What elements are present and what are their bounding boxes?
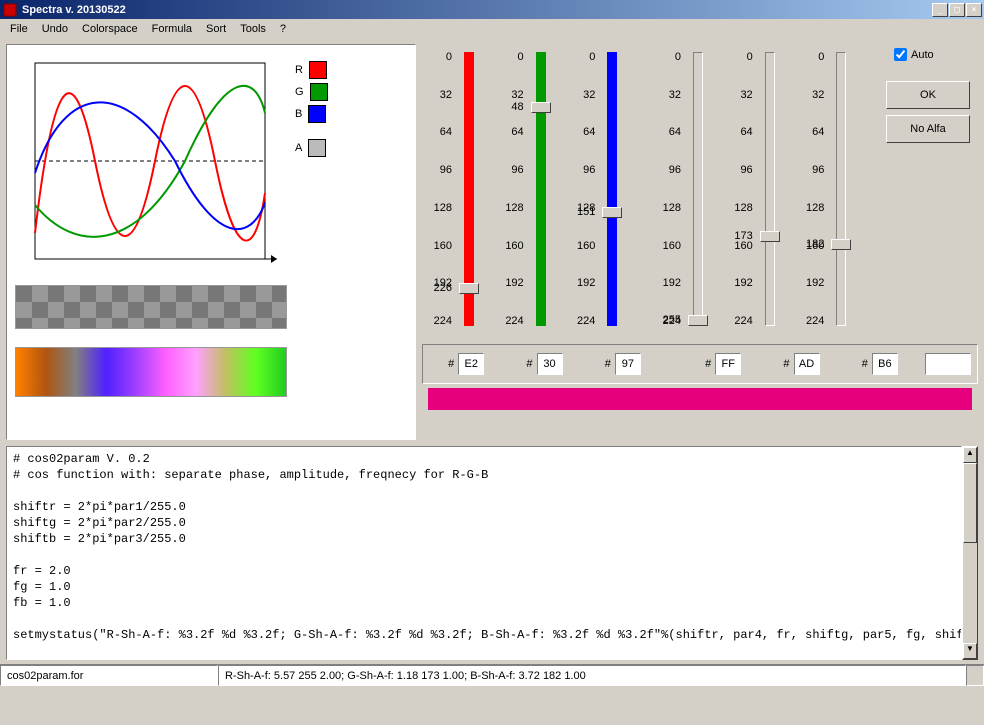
legend-b-swatch (308, 105, 326, 123)
slider-thumb[interactable] (459, 283, 479, 294)
slider-p4[interactable]: 0326496128160192224255 (653, 48, 725, 336)
status-grip (966, 665, 984, 686)
color-output (925, 353, 971, 375)
scroll-up-icon[interactable]: ▲ (963, 447, 977, 463)
graph-panel: R G B A (6, 44, 416, 440)
slider-value: 173 (734, 230, 752, 242)
legend: R G B A (295, 53, 328, 279)
hex-label-p4: # (705, 358, 711, 370)
checker-preview (15, 285, 287, 329)
hex-input-p6[interactable] (872, 353, 898, 375)
sliders-group: 0326496128160192224226032649612816019222… (422, 44, 870, 340)
hex-label-p6: # (862, 358, 868, 370)
legend-r-swatch (309, 61, 327, 79)
menu-colorspace[interactable]: Colorspace (76, 21, 144, 37)
auto-label: Auto (911, 49, 934, 61)
hex-input-r[interactable] (458, 353, 484, 375)
slider-red[interactable]: 0326496128160192224226 (424, 48, 496, 336)
maximize-button[interactable]: □ (949, 3, 965, 17)
menu-tools[interactable]: Tools (234, 21, 272, 37)
menu-formula[interactable]: Formula (146, 21, 198, 37)
hex-input-p5[interactable] (794, 353, 820, 375)
slider-thumb[interactable] (831, 239, 851, 250)
result-color-bar (428, 388, 972, 410)
titlebar: Spectra v. 20130522 _ □ × (0, 0, 984, 19)
hex-row: # # # # # # (422, 344, 978, 384)
hex-label-p5: # (783, 358, 789, 370)
menu-undo[interactable]: Undo (36, 21, 74, 37)
slider-thumb[interactable] (760, 231, 780, 242)
slider-thumb[interactable] (531, 102, 551, 113)
legend-g-label: G (295, 86, 304, 98)
menubar: File Undo Colorspace Formula Sort Tools … (0, 19, 984, 38)
ok-button[interactable]: OK (886, 81, 970, 109)
legend-g-swatch (310, 83, 328, 101)
code-text[interactable]: # cos02param V. 0.2 # cos function with:… (6, 446, 962, 660)
slider-value: 48 (511, 101, 523, 113)
waveform-graph (15, 53, 287, 279)
slider-p5[interactable]: 0326496128160192224173 (725, 48, 797, 336)
code-scrollbar[interactable]: ▲ ▼ (962, 446, 978, 660)
legend-r-label: R (295, 64, 303, 76)
hex-label-b: # (605, 358, 611, 370)
status-filename: cos02param.for (0, 665, 218, 686)
scroll-thumb[interactable] (963, 463, 977, 543)
gradient-preview (15, 347, 287, 397)
slider-ticks: 0326496128160192224 (796, 48, 824, 330)
hex-input-g[interactable] (537, 353, 563, 375)
no-alfa-button[interactable]: No Alfa (886, 115, 970, 143)
slider-ticks: 0326496128160192224 (567, 48, 595, 330)
slider-value: 151 (577, 206, 595, 218)
minimize-button[interactable]: _ (932, 3, 948, 17)
slider-green[interactable]: 032649612816019222448 (496, 48, 568, 336)
menu-help[interactable]: ? (274, 21, 292, 37)
legend-a-label: A (295, 142, 302, 154)
hex-label-r: # (448, 358, 454, 370)
slider-value: 226 (434, 282, 452, 294)
status-message: R-Sh-A-f: 5.57 255 2.00; G-Sh-A-f: 1.18 … (218, 665, 966, 686)
slider-ticks: 0326496128160192224 (725, 48, 753, 330)
hex-label-g: # (526, 358, 532, 370)
legend-b-label: B (295, 108, 302, 120)
slider-thumb[interactable] (688, 315, 708, 326)
close-button[interactable]: × (966, 3, 982, 17)
window-title: Spectra v. 20130522 (22, 4, 932, 16)
menu-sort[interactable]: Sort (200, 21, 232, 37)
hex-input-b[interactable] (615, 353, 641, 375)
slider-p6[interactable]: 0326496128160192224182 (796, 48, 868, 336)
auto-checkbox[interactable] (894, 48, 907, 61)
scroll-down-icon[interactable]: ▼ (963, 643, 977, 659)
slider-ticks: 0326496128160192224 (653, 48, 681, 330)
slider-blue[interactable]: 0326496128160192224151 (567, 48, 639, 336)
slider-value: 255 (663, 314, 681, 326)
hex-input-p4[interactable] (715, 353, 741, 375)
slider-value: 182 (806, 238, 824, 250)
legend-a-swatch (308, 139, 326, 157)
statusbar: cos02param.for R-Sh-A-f: 5.57 255 2.00; … (0, 664, 984, 686)
slider-thumb[interactable] (602, 207, 622, 218)
slider-ticks: 0326496128160192224 (496, 48, 524, 330)
app-icon (2, 2, 18, 18)
menu-file[interactable]: File (4, 21, 34, 37)
